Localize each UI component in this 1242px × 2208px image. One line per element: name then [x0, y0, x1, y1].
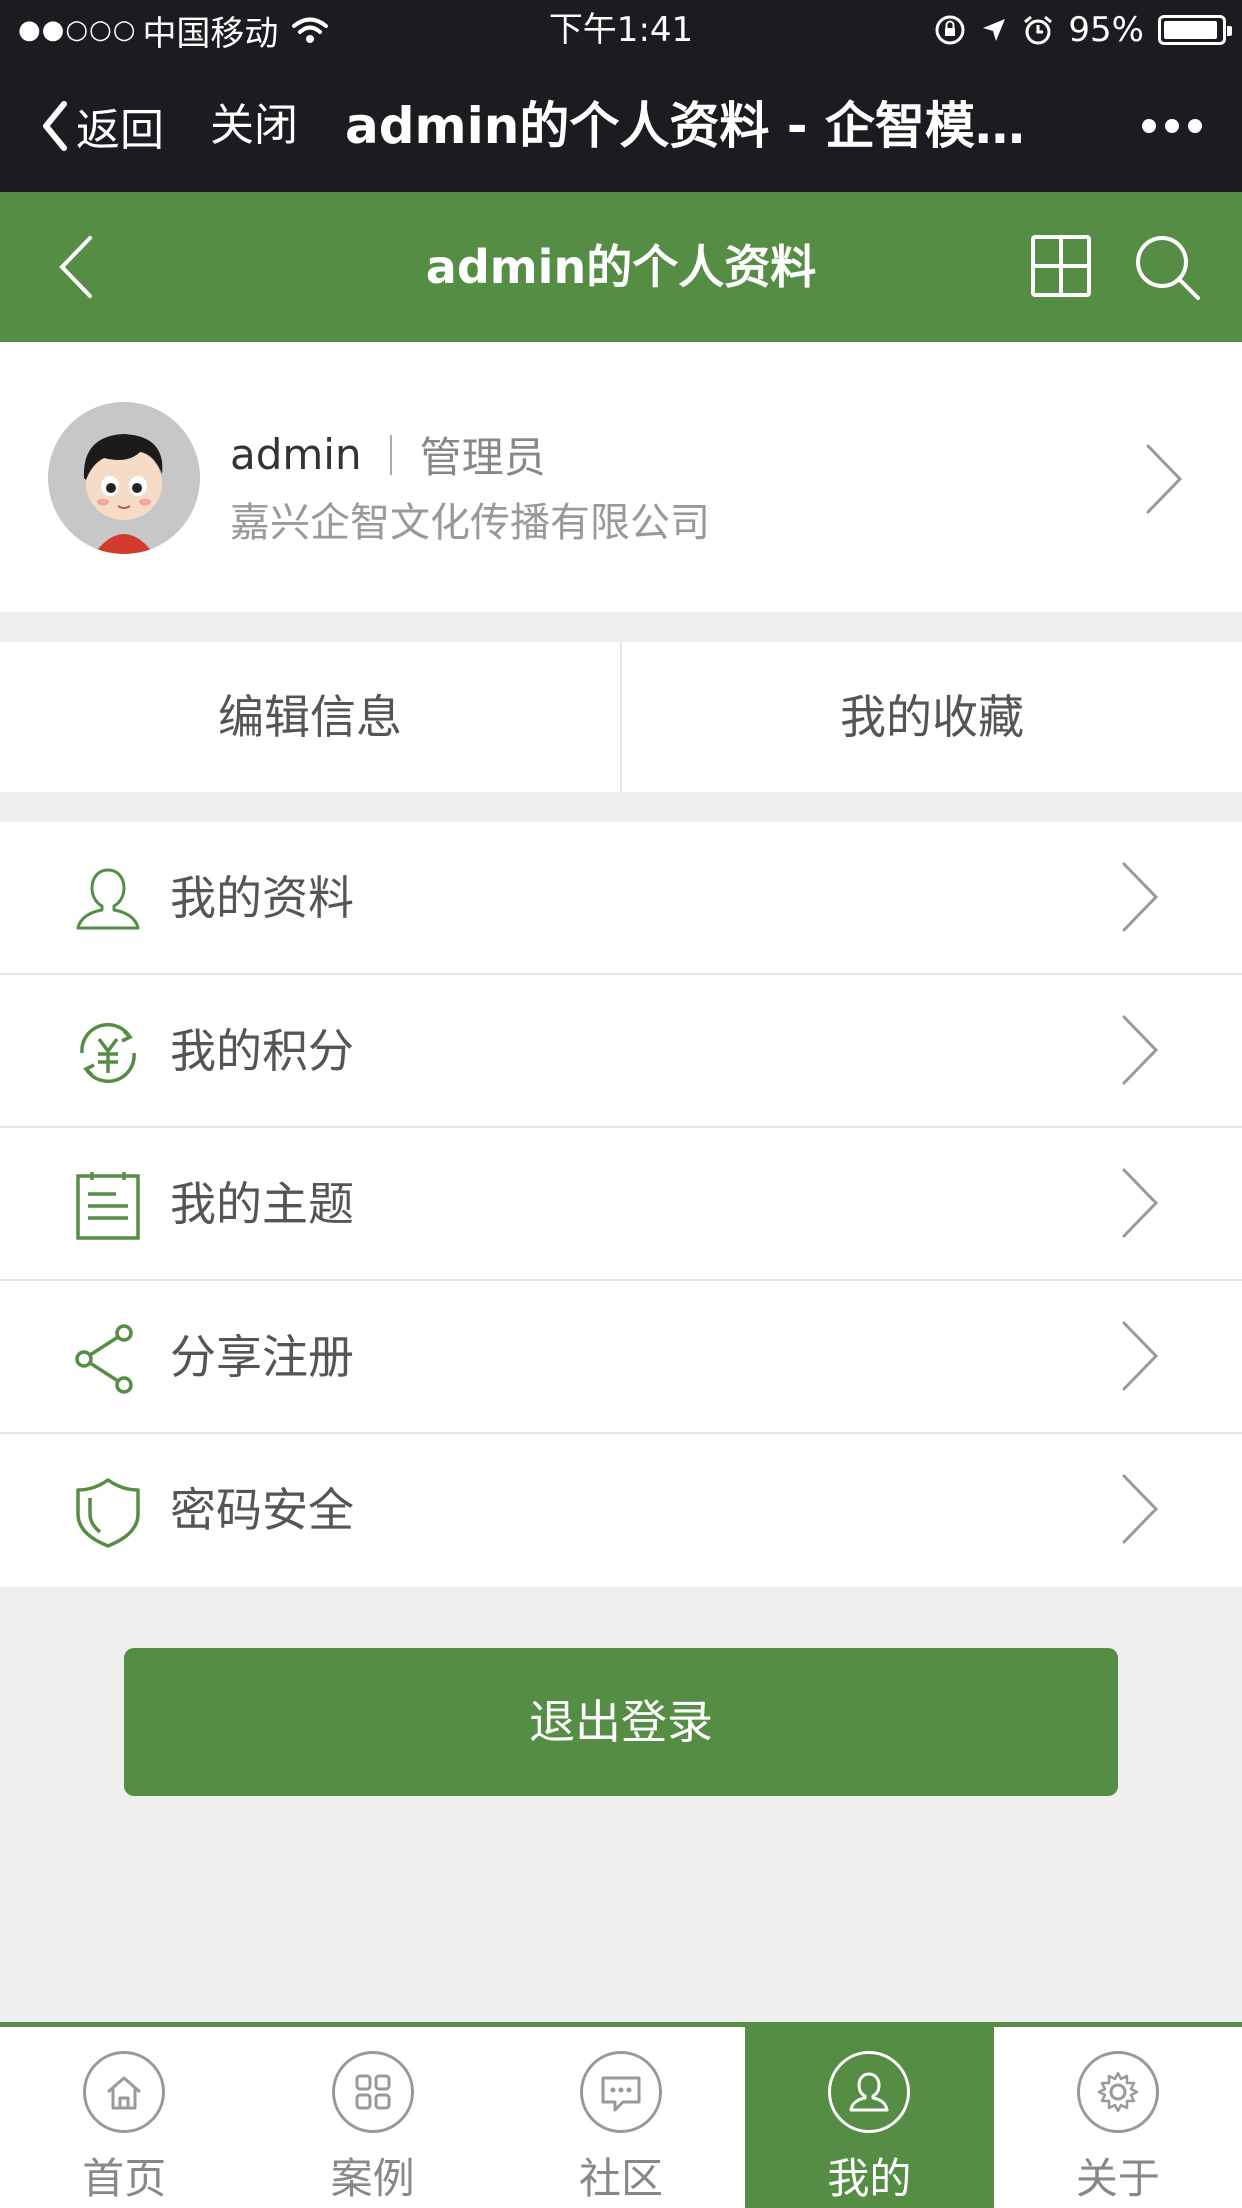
menu-item-label: 密码安全 — [170, 1483, 354, 1537]
menu-item-points[interactable]: 我的积分 — [0, 975, 1242, 1128]
profile-role: 管理员 — [419, 433, 546, 482]
chevron-right-icon — [1146, 444, 1183, 514]
page-header: admin的个人资料 — [0, 192, 1242, 342]
more-dot — [1142, 119, 1156, 133]
chevron-right-icon — [1122, 862, 1159, 932]
tab-label: 我的 — [827, 2154, 912, 2203]
bottom-tab-bar: 首页 案例 社区 我的 关于 — [0, 2022, 1242, 2208]
status-bar: ●●○○○ 中国移动 下午1:41 95% — [0, 0, 1242, 60]
home-icon — [83, 2051, 166, 2133]
my-favorites-button[interactable]: 我的收藏 — [620, 642, 1242, 792]
chevron-right-icon — [1122, 1168, 1159, 1238]
battery-level — [1164, 21, 1218, 39]
location-icon — [983, 19, 1006, 41]
wechat-close-button[interactable]: 关闭 — [210, 94, 298, 158]
tab-about[interactable]: 关于 — [994, 2027, 1242, 2208]
menu-item-label: 我的主题 — [170, 1177, 354, 1231]
divider — [389, 434, 392, 475]
avatar — [48, 402, 200, 554]
chevron-right-icon — [1122, 1015, 1159, 1085]
gear-icon — [1076, 2051, 1159, 2133]
edit-info-button[interactable]: 编辑信息 — [0, 642, 620, 792]
account-menu: 我的资料 我的积分 我的主题 分享注册 密码安全 — [0, 822, 1242, 1587]
profile-action-tabs: 编辑信息 我的收藏 — [0, 642, 1242, 792]
grid-icon — [331, 2051, 414, 2133]
layout-grid-icon[interactable] — [1030, 234, 1092, 298]
wechat-back-label: 返回 — [76, 105, 164, 156]
more-dot — [1188, 119, 1202, 133]
chevron-right-icon — [1122, 1474, 1159, 1544]
user-icon — [76, 868, 140, 930]
profile-name-line: admin 管理员 — [230, 424, 546, 485]
wechat-back-button[interactable]: 返回 — [40, 94, 164, 158]
chevron-left-icon — [43, 101, 67, 151]
wechat-nav-bar: 返回 关闭 admin的个人资料 - 企智模… — [0, 60, 1242, 192]
share-icon — [75, 1324, 133, 1394]
menu-item-profile[interactable]: 我的资料 — [0, 822, 1242, 975]
chevron-right-icon — [1122, 1321, 1159, 1391]
menu-item-password-security[interactable]: 密码安全 — [0, 1434, 1242, 1587]
menu-item-topics[interactable]: 我的主题 — [0, 1128, 1242, 1281]
search-icon[interactable] — [1132, 232, 1202, 302]
logout-button[interactable]: 退出登录 — [124, 1648, 1118, 1796]
tab-home[interactable]: 首页 — [0, 2027, 248, 2208]
status-right: 95% — [934, 8, 1232, 52]
alarm-icon — [1024, 15, 1053, 45]
document-icon — [76, 1172, 140, 1240]
chat-icon — [580, 2051, 663, 2133]
menu-item-label: 我的资料 — [170, 871, 354, 925]
wechat-page-title: admin的个人资料 - 企智模… — [345, 97, 1025, 155]
tab-label: 案例 — [330, 2154, 415, 2203]
profile-company: 嘉兴企智文化传播有限公司 — [230, 500, 710, 546]
more-menu-button[interactable] — [1142, 104, 1202, 148]
shield-icon — [76, 1478, 140, 1548]
tab-community[interactable]: 社区 — [497, 2027, 745, 2208]
menu-item-label: 分享注册 — [170, 1330, 354, 1384]
avatar-image — [48, 402, 200, 554]
tab-label: 首页 — [82, 2154, 167, 2203]
menu-item-label: 我的积分 — [170, 1024, 354, 1078]
battery-percent: 95% — [1068, 10, 1144, 50]
tab-mine[interactable]: 我的 — [745, 2022, 994, 2208]
menu-item-share-register[interactable]: 分享注册 — [0, 1281, 1242, 1434]
tab-label: 关于 — [1075, 2154, 1160, 2203]
profile-card[interactable]: admin 管理员 嘉兴企智文化传播有限公司 — [0, 342, 1242, 612]
tab-label: 社区 — [579, 2154, 664, 2203]
tab-cases[interactable]: 案例 — [248, 2027, 496, 2208]
user-icon — [828, 2051, 911, 2133]
profile-username: admin — [230, 430, 362, 479]
points-icon — [80, 1023, 136, 1083]
rotation-lock-icon — [935, 15, 965, 45]
more-dot — [1165, 119, 1179, 133]
battery-icon — [1158, 15, 1232, 45]
